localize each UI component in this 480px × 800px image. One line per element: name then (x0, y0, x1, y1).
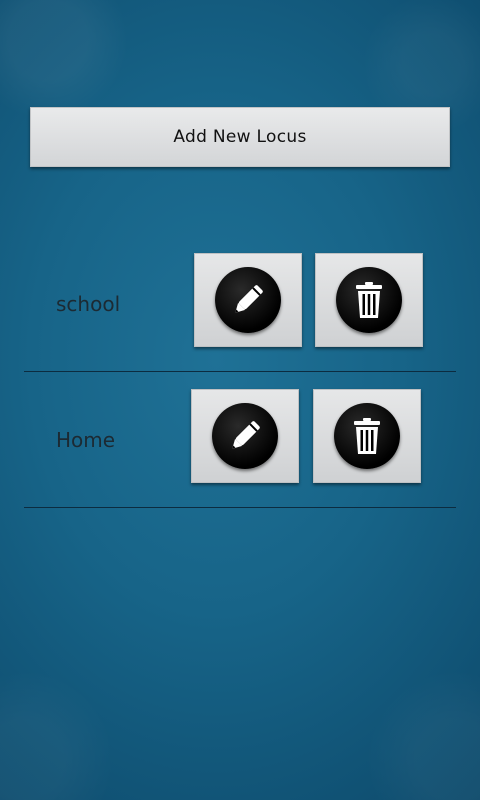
edit-locus-button[interactable] (194, 253, 302, 347)
delete-locus-button[interactable] (313, 389, 421, 483)
edit-locus-button[interactable] (191, 389, 299, 483)
pencil-icon (212, 403, 278, 469)
trash-icon (336, 267, 402, 333)
list-item: Home (24, 372, 456, 508)
delete-locus-button[interactable] (315, 253, 423, 347)
locus-name: Home (56, 427, 116, 452)
locus-list: school Home (24, 236, 456, 508)
pencil-icon (215, 267, 281, 333)
trash-icon (334, 403, 400, 469)
add-new-locus-button[interactable]: Add New Locus (30, 107, 450, 167)
list-item: school (24, 236, 456, 372)
add-new-locus-label: Add New Locus (173, 127, 307, 147)
locus-name: school (56, 291, 121, 316)
